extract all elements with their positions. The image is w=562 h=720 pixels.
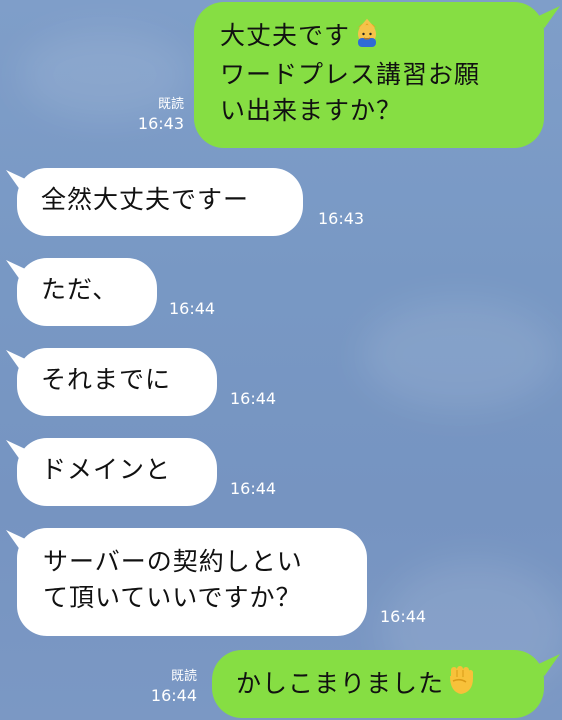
message-time: 16:44 <box>230 389 277 408</box>
message-time: 16:43 <box>137 114 184 133</box>
message-text: それまでに <box>41 365 172 394</box>
person-bowing-icon <box>352 17 382 57</box>
message-text: い出来ますか？ <box>220 96 403 125</box>
read-receipt: 既読 <box>157 97 184 112</box>
message-bubble-received[interactable]: ドメインと <box>17 438 217 506</box>
message-meta: 既読 16:44 <box>151 668 197 706</box>
message-text: 大丈夫です <box>220 21 351 50</box>
message-meta: 既読 16:43 <box>138 96 184 134</box>
message-text: 全然大丈夫ですー <box>41 185 250 214</box>
message-time: 16:44 <box>230 479 277 498</box>
message-bubble-received[interactable]: 全然大丈夫ですー <box>17 168 303 236</box>
message-time: 16:44 <box>380 607 427 626</box>
message-text: ただ、 <box>41 275 119 304</box>
message-text: ワードプレス講習お願 <box>220 60 481 89</box>
raised-fist-icon <box>446 664 476 706</box>
message-text: て頂いていいですか？ <box>43 583 302 612</box>
message-time: 16:43 <box>318 209 365 228</box>
read-receipt: 既読 <box>170 669 197 684</box>
message-time: 16:44 <box>169 299 216 318</box>
message-text: サーバーの契約しとい <box>43 547 303 576</box>
message-bubble-received[interactable]: ただ、 <box>17 258 157 326</box>
message-text: かしこまりました <box>236 669 445 698</box>
message-bubble-sent[interactable]: 大丈夫です ワードプレス講習お願 い出来ますか？ <box>194 2 544 148</box>
message-bubble-received[interactable]: サーバーの契約しとい て頂いていいですか？ <box>17 528 367 636</box>
background-cloud <box>360 300 560 410</box>
message-bubble-received[interactable]: それまでに <box>17 348 217 416</box>
message-text: ドメインと <box>41 455 172 484</box>
message-bubble-sent[interactable]: かしこまりました <box>212 650 544 718</box>
message-time: 16:44 <box>150 686 197 705</box>
